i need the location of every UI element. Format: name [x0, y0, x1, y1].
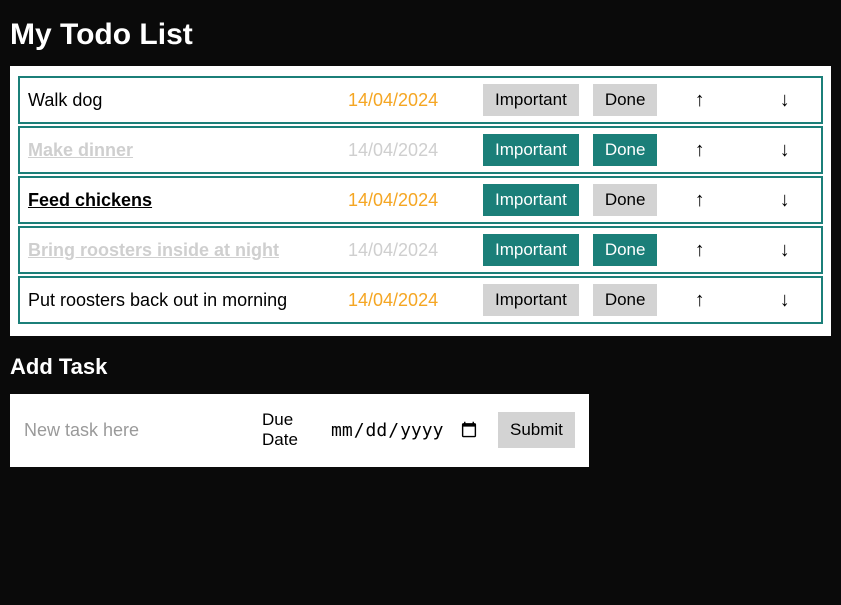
task-due-date: 14/04/2024: [348, 240, 483, 261]
task-due-date: 14/04/2024: [348, 190, 483, 211]
important-button[interactable]: Important: [483, 184, 579, 216]
move-up-icon[interactable]: ↑: [671, 289, 728, 312]
move-up-icon[interactable]: ↑: [671, 239, 728, 262]
task-due-date: 14/04/2024: [348, 90, 483, 111]
todo-row: Walk dog14/04/2024Important Done ↑ ↓: [18, 76, 823, 124]
add-task-form: Due Date Submit: [10, 394, 589, 467]
due-date-label: Due Date: [262, 410, 312, 451]
submit-button[interactable]: Submit: [498, 412, 575, 448]
done-button[interactable]: Done: [593, 284, 658, 316]
page-title: My Todo List: [10, 18, 831, 52]
move-down-icon[interactable]: ↓: [756, 239, 813, 262]
move-down-icon[interactable]: ↓: [756, 189, 813, 212]
move-up-icon[interactable]: ↑: [671, 139, 728, 162]
important-button[interactable]: Important: [483, 234, 579, 266]
done-button[interactable]: Done: [593, 184, 658, 216]
move-down-icon[interactable]: ↓: [756, 139, 813, 162]
task-title: Walk dog: [28, 90, 348, 111]
todo-row: Bring roosters inside at night14/04/2024…: [18, 226, 823, 274]
important-button[interactable]: Important: [483, 134, 579, 166]
move-down-icon[interactable]: ↓: [756, 289, 813, 312]
todo-row: Put roosters back out in morning14/04/20…: [18, 276, 823, 324]
add-task-heading: Add Task: [10, 354, 831, 380]
important-button[interactable]: Important: [483, 284, 579, 316]
task-due-date: 14/04/2024: [348, 290, 483, 311]
move-up-icon[interactable]: ↑: [671, 189, 728, 212]
todo-row: Make dinner14/04/2024Important Done ↑ ↓: [18, 126, 823, 174]
todo-row: Feed chickens14/04/2024Important Done ↑ ↓: [18, 176, 823, 224]
done-button[interactable]: Done: [593, 234, 658, 266]
task-title: Feed chickens: [28, 190, 348, 211]
todo-list: Walk dog14/04/2024ImportantDone↑↓Make di…: [10, 66, 831, 336]
move-up-icon[interactable]: ↑: [671, 89, 728, 112]
task-title: Make dinner: [28, 140, 348, 161]
important-button[interactable]: Important: [483, 84, 579, 116]
task-due-date: 14/04/2024: [348, 140, 483, 161]
done-button[interactable]: Done: [593, 84, 658, 116]
done-button[interactable]: Done: [593, 134, 658, 166]
task-title: Put roosters back out in morning: [28, 290, 348, 311]
task-title: Bring roosters inside at night: [28, 240, 348, 261]
due-date-input[interactable]: [330, 419, 480, 442]
new-task-input[interactable]: [24, 420, 244, 441]
move-down-icon[interactable]: ↓: [756, 89, 813, 112]
